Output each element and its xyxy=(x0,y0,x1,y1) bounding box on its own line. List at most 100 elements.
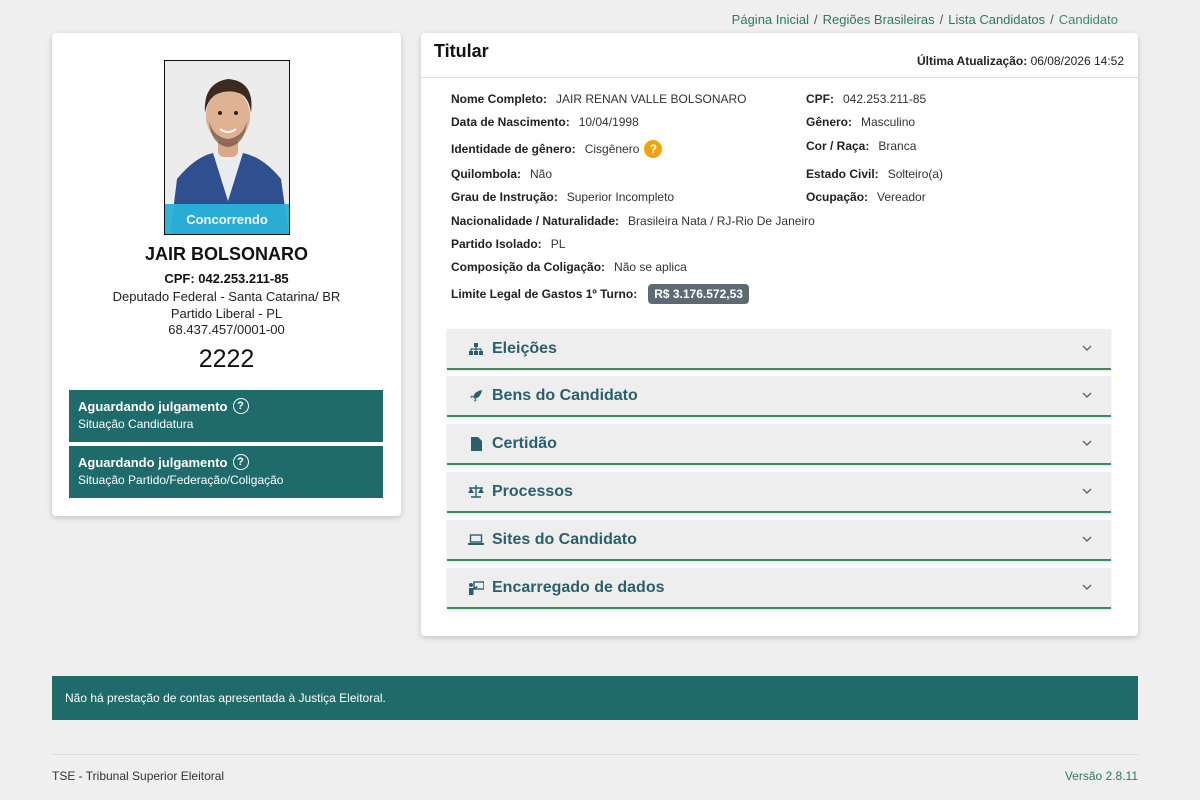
question-circle-icon[interactable]: ? xyxy=(232,398,249,414)
field-education: Grau de Instrução: Superior Incompleto xyxy=(451,190,674,204)
field-label: Nome Completo: xyxy=(451,92,547,106)
accordion-label: Eleições xyxy=(492,339,557,357)
accounts-notice: Não há prestação de contas apresentada à… xyxy=(52,676,1138,720)
field-spending-limit: Limite Legal de Gastos 1º Turno: R$ 3.176… xyxy=(451,284,749,304)
field-label: CPF: xyxy=(806,92,834,106)
field-value: Masculino xyxy=(861,115,916,129)
accordion-certidao[interactable]: Certidão xyxy=(447,424,1111,465)
footer-version[interactable]: Versão 2.8.11 xyxy=(1065,769,1138,783)
field-value: Não xyxy=(530,167,553,181)
candidacy-status-badge: Concorrendo xyxy=(165,204,289,234)
field-gender-identity: Identidade de gênero: Cisgênero? xyxy=(451,140,663,158)
field-value: Cisgênero xyxy=(584,142,640,156)
field-label: Partido Isolado: xyxy=(451,237,542,251)
field-occupation: Ocupação: Vereador xyxy=(806,190,926,204)
candidate-name: JAIR BOLSONARO xyxy=(144,244,308,264)
scale-icon xyxy=(467,484,485,500)
chevron-down-icon xyxy=(1082,584,1092,590)
field-value: Brasileira Nata / RJ-Rio De Janeiro xyxy=(628,214,815,228)
field-label: Cor / Raça: xyxy=(806,139,870,153)
candidate-party: Partido Liberal - PL xyxy=(170,306,283,321)
accordion-label: Certidão xyxy=(492,434,557,452)
field-isolated-party: Partido Isolado: PL xyxy=(451,237,565,251)
last-update-label: Última Atualização: xyxy=(916,54,1028,68)
field-coalition: Composição da Coligação: Não se aplica xyxy=(451,260,687,274)
footer-organization: TSE - Tribunal Superior Eleitoral xyxy=(52,769,225,783)
breadcrumb-candidate-list[interactable]: Lista Candidatos xyxy=(948,12,1045,27)
rocket-icon xyxy=(467,388,485,404)
accordion-label: Sites do Candidato xyxy=(492,530,637,548)
field-label: Gênero: xyxy=(806,115,853,129)
chevron-down-icon xyxy=(1082,536,1092,542)
status-party-title: Aguardando julgamento xyxy=(78,454,228,470)
field-race: Cor / Raça: Branca xyxy=(806,139,916,153)
breadcrumb-separator: / xyxy=(939,12,944,27)
spending-limit-badge: R$ 3.176.572,53 xyxy=(648,284,749,304)
chevron-down-icon xyxy=(1082,440,1092,446)
field-label: Quilombola: xyxy=(451,167,521,181)
status-candidacy[interactable]: Aguardando julgamento? Situação Candidat… xyxy=(69,390,383,442)
field-label: Composição da Coligação: xyxy=(451,260,606,274)
status-party-coalition[interactable]: Aguardando julgamento? Situação Partido/… xyxy=(69,446,383,498)
accordion-eleicoes[interactable]: Eleições xyxy=(447,329,1111,370)
status-candidacy-subtitle: Situação Candidatura xyxy=(78,417,194,431)
breadcrumb-home[interactable]: Página Inicial xyxy=(732,12,809,27)
field-value: Superior Incompleto xyxy=(566,190,675,204)
field-label: Ocupação: xyxy=(806,190,869,204)
breadcrumb-separator: / xyxy=(1050,12,1054,27)
file-icon xyxy=(467,436,485,452)
accordion-bens[interactable]: Bens do Candidato xyxy=(447,376,1111,417)
field-value: 10/04/1998 xyxy=(578,115,639,129)
candidate-cpf: CPF: 042.253.211-85 xyxy=(164,271,289,286)
field-label: Identidade de gênero: xyxy=(451,142,576,156)
accordion-sites[interactable]: Sites do Candidato xyxy=(447,520,1111,561)
last-update: Última Atualização: 06/08/2026 14:52 xyxy=(917,54,1124,68)
candidate-office: Deputado Federal - Santa Catarina/ BR xyxy=(112,289,341,304)
field-full-name: Nome Completo: JAIR RENAN VALLE BOLSONARO xyxy=(451,92,747,106)
status-candidacy-title: Aguardando julgamento xyxy=(78,398,228,414)
field-value: Não se aplica xyxy=(614,260,687,274)
field-label: Limite Legal de Gastos 1º Turno: xyxy=(451,287,638,301)
sitemap-icon xyxy=(467,341,485,357)
accordion-label: Processos xyxy=(492,482,573,500)
field-birth-date: Data de Nascimento: 10/04/1998 xyxy=(451,115,639,129)
field-value: PL xyxy=(550,237,566,251)
field-value: JAIR RENAN VALLE BOLSONARO xyxy=(556,92,747,106)
field-value: Vereador xyxy=(877,190,926,204)
candidate-details-card: Titular Última Atualização: 06/08/2026 1… xyxy=(421,33,1138,636)
field-value: Solteiro(a) xyxy=(887,167,944,181)
candidate-photo: Concorrendo xyxy=(164,60,290,235)
chevron-down-icon xyxy=(1082,488,1092,494)
divider xyxy=(421,77,1138,78)
last-update-value: 06/08/2026 14:52 xyxy=(1030,54,1124,68)
candidate-cnpj: 68.437.457/0001-00 xyxy=(168,322,285,337)
field-cpf: CPF: 042.253.211-85 xyxy=(806,92,926,106)
details-title: Titular xyxy=(434,41,489,61)
field-value: 042.253.211-85 xyxy=(843,92,927,106)
accordion-label: Bens do Candidato xyxy=(492,386,638,404)
accordion-label: Encarregado de dados xyxy=(492,578,665,596)
field-label: Estado Civil: xyxy=(806,167,879,181)
field-label: Nacionalidade / Naturalidade: xyxy=(451,214,620,228)
chevron-down-icon xyxy=(1082,392,1092,398)
person-board-icon xyxy=(467,580,485,596)
question-circle-icon[interactable]: ? xyxy=(232,454,249,470)
field-value: Branca xyxy=(878,139,917,153)
help-icon[interactable]: ? xyxy=(644,140,663,158)
field-label: Grau de Instrução: xyxy=(451,190,558,204)
laptop-icon xyxy=(467,532,485,548)
candidate-number: 2222 xyxy=(198,345,255,373)
field-label: Data de Nascimento: xyxy=(451,115,570,129)
breadcrumb-separator: / xyxy=(814,12,818,27)
breadcrumb: Página Inicial / Regiões Brasileiras / Lista… xyxy=(732,12,1118,27)
chevron-down-icon xyxy=(1082,345,1092,351)
field-marital-status: Estado Civil: Solteiro(a) xyxy=(806,167,943,181)
breadcrumb-current: Candidato xyxy=(1058,12,1118,27)
field-nationality: Nacionalidade / Naturalidade: Brasileira … xyxy=(451,214,815,228)
accordion-encarregado[interactable]: Encarregado de dados xyxy=(447,568,1111,609)
field-gender: Gênero: Masculino xyxy=(806,115,915,129)
status-party-subtitle: Situação Partido/Federação/Coligação xyxy=(78,473,284,487)
breadcrumb-regions[interactable]: Regiões Brasileiras xyxy=(823,12,935,27)
footer-divider xyxy=(52,754,1138,755)
accordion-processos[interactable]: Processos xyxy=(447,472,1111,513)
